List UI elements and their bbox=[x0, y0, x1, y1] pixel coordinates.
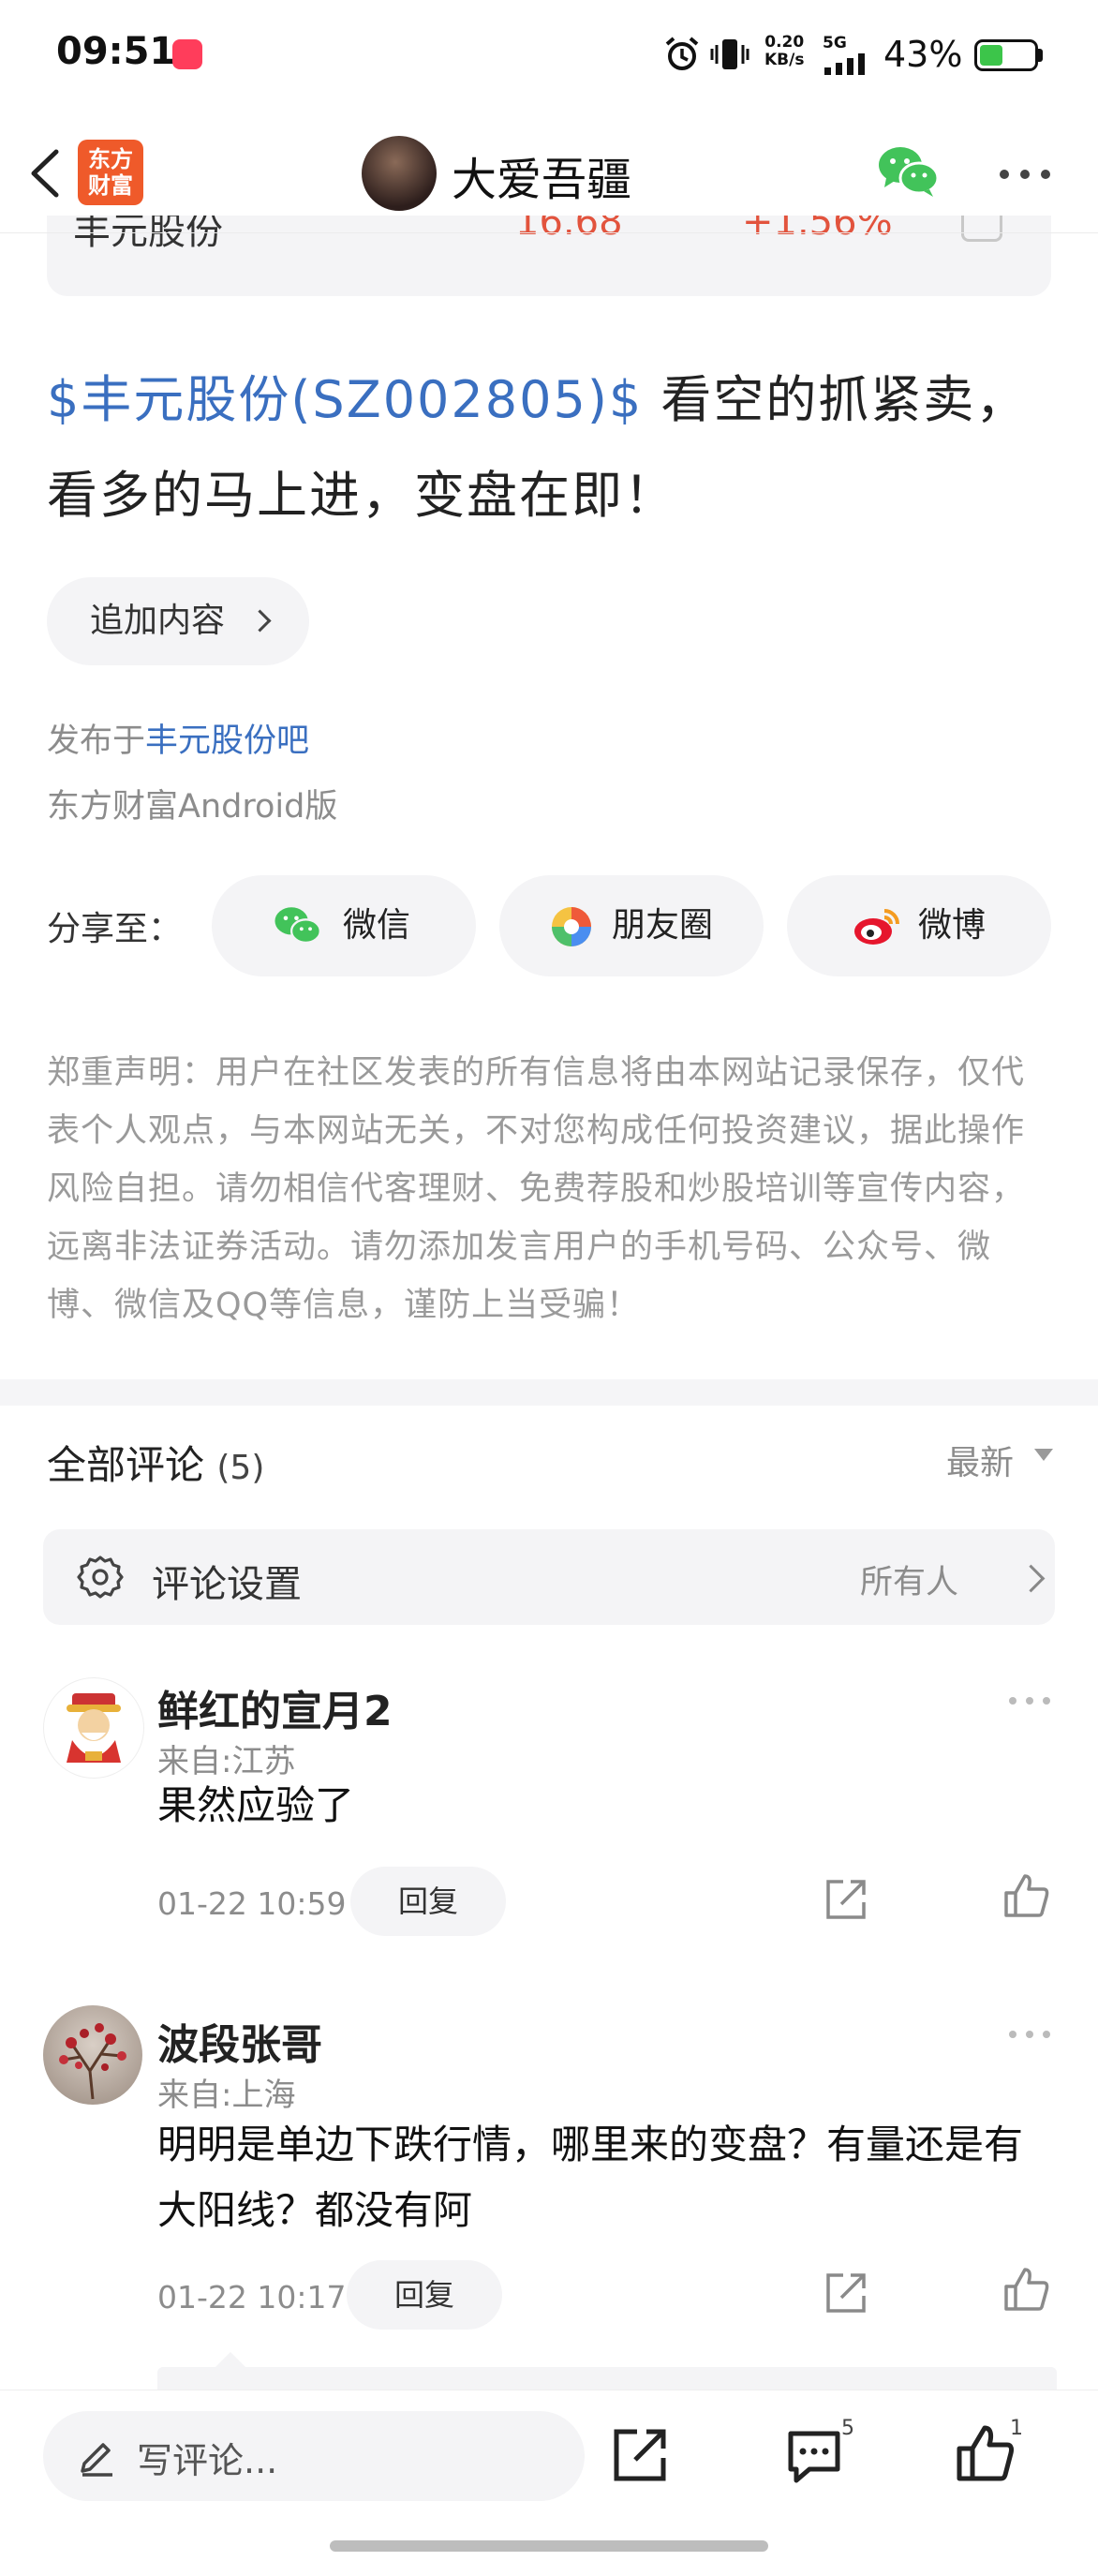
home-indicator[interactable] bbox=[330, 2540, 768, 2552]
share-moments-label: 朋友圈 bbox=[612, 906, 714, 945]
commenter-location: 来自:上海 bbox=[157, 2077, 296, 2114]
post-text-line1: 看空的抓紧卖， bbox=[643, 370, 1029, 429]
battery-percent: 43% bbox=[883, 34, 963, 75]
post-text-line2: 看多的马上进，变盘在即！ bbox=[47, 466, 676, 525]
likes-count-badge: 1 bbox=[1010, 2417, 1023, 2440]
add-content-label: 追加内容 bbox=[90, 602, 226, 640]
thumbs-up-icon[interactable] bbox=[1002, 1872, 1049, 1919]
network-speed: 0.20 KB/s bbox=[764, 34, 804, 69]
thumbs-up-icon[interactable] bbox=[1002, 2266, 1049, 2313]
commenter-avatar[interactable] bbox=[43, 2005, 142, 2105]
comment-settings-bar[interactable]: 评论设置 所有人 bbox=[43, 1529, 1055, 1625]
client-info: 东方财富Android版 bbox=[47, 788, 338, 826]
caret-down-icon[interactable] bbox=[1034, 1449, 1053, 1461]
comment-settings-value: 所有人 bbox=[860, 1564, 959, 1601]
bottom-action-bar: 写评论... 5 1 bbox=[0, 2390, 1098, 2576]
share-icon[interactable] bbox=[611, 2426, 669, 2484]
share-wechat-label: 微信 bbox=[343, 906, 411, 945]
wechat-icon[interactable] bbox=[877, 144, 941, 201]
share-moments-button[interactable]: 朋友圈 bbox=[499, 875, 764, 976]
comment-time: 01-22 10:59 bbox=[157, 1885, 347, 1922]
published-in: 发布于丰元股份吧 bbox=[47, 714, 309, 762]
author-avatar[interactable] bbox=[362, 136, 437, 211]
share-icon[interactable] bbox=[823, 1876, 869, 1923]
battery-fill bbox=[980, 45, 1002, 66]
disclaimer-text: 郑重声明：用户在社区发表的所有信息将由本网站记录保存，仅代表个人观点，与本网站无… bbox=[47, 1054, 1026, 1324]
comments-title: 全部评论 (5) bbox=[47, 1434, 264, 1491]
network-speed-unit: KB/s bbox=[764, 51, 805, 69]
post-stock-link[interactable]: $丰元股份(SZ002805)$ bbox=[47, 370, 643, 429]
stock-card-name: 丰元股份 bbox=[73, 216, 223, 253]
pencil-icon bbox=[81, 2443, 112, 2477]
commenter-avatar[interactable] bbox=[43, 1677, 144, 1779]
status-time: 09:51 bbox=[56, 30, 176, 73]
share-weibo-button[interactable]: 微博 bbox=[787, 875, 1051, 976]
thumbs-up-icon[interactable] bbox=[956, 2424, 1014, 2482]
battery-cap bbox=[1038, 49, 1043, 62]
back-button[interactable] bbox=[21, 141, 67, 206]
comment-time: 01-22 10:17 bbox=[157, 2279, 347, 2315]
chevron-right-icon bbox=[1016, 1564, 1046, 1593]
wechat-icon bbox=[274, 907, 321, 945]
network-speed-value: 0.20 bbox=[764, 33, 805, 52]
comment-settings-label: 评论设置 bbox=[152, 1563, 302, 1606]
share-wechat-button[interactable]: 微信 bbox=[212, 875, 476, 976]
alarm-icon bbox=[665, 37, 699, 70]
reply-preview-notch bbox=[215, 2352, 245, 2367]
comment-bubble-icon[interactable] bbox=[785, 2428, 843, 2484]
comments-count: (5) bbox=[216, 1449, 265, 1487]
more-menu-icon[interactable] bbox=[1008, 1696, 1051, 1705]
battery-icon bbox=[974, 39, 1038, 71]
stock-card-change: +1.56% bbox=[742, 216, 893, 244]
commenter-name[interactable]: 波段张哥 bbox=[157, 2011, 322, 2071]
more-menu-icon[interactable] bbox=[1008, 2030, 1051, 2039]
reply-button[interactable]: 回复 bbox=[347, 2260, 502, 2330]
moments-icon bbox=[552, 907, 591, 946]
app-logo-line2: 财富 bbox=[88, 172, 133, 199]
app-logo[interactable]: 东方 财富 bbox=[78, 140, 143, 205]
author-name[interactable]: 大爱吾疆 bbox=[452, 142, 631, 208]
add-watchlist-icon[interactable] bbox=[961, 216, 1002, 242]
share-icon[interactable] bbox=[823, 2270, 869, 2316]
header-divider bbox=[0, 232, 1098, 233]
more-menu-icon[interactable] bbox=[999, 169, 1051, 180]
signal-icon bbox=[824, 53, 865, 75]
chevron-right-icon bbox=[248, 609, 272, 633]
network-type: 5G bbox=[823, 34, 847, 52]
commenter-name[interactable]: 鲜红的宣月2 bbox=[157, 1677, 393, 1737]
comment-text[interactable]: 明明是单边下跌行情，哪里来的变盘？有量还是有大阳线？都没有阿 bbox=[157, 2112, 1057, 2243]
share-label: 分享至： bbox=[47, 910, 183, 948]
stock-card-price: 16.68 bbox=[515, 216, 623, 244]
weibo-icon bbox=[854, 909, 899, 945]
comments-title-label: 全部评论 bbox=[47, 1442, 205, 1488]
plum-blossom-avatar-icon bbox=[59, 2023, 126, 2100]
write-comment-placeholder: 写评论... bbox=[137, 2440, 278, 2481]
comments-count-badge: 5 bbox=[841, 2417, 854, 2440]
notification-app-icon bbox=[172, 39, 202, 69]
share-weibo-label: 微博 bbox=[918, 906, 987, 945]
app-logo-line1: 东方 bbox=[88, 146, 133, 172]
write-comment-input[interactable]: 写评论... bbox=[43, 2411, 585, 2501]
sort-dropdown[interactable]: 最新 bbox=[946, 1436, 1014, 1484]
forum-link[interactable]: 丰元股份吧 bbox=[145, 722, 309, 760]
reply-button[interactable]: 回复 bbox=[350, 1867, 506, 1936]
comment-text[interactable]: 果然应验了 bbox=[157, 1773, 1057, 1839]
published-prefix: 发布于 bbox=[47, 722, 146, 760]
gear-icon bbox=[77, 1556, 124, 1599]
post-content: $丰元股份(SZ002805)$ 看空的抓紧卖， 看多的马上进，变盘在即！ bbox=[47, 352, 1059, 543]
add-content-button[interactable]: 追加内容 bbox=[47, 577, 309, 665]
stock-quote-card[interactable]: 丰元股份 16.68 +1.56% bbox=[47, 216, 1051, 296]
vibrate-icon bbox=[710, 39, 749, 69]
section-divider bbox=[0, 1379, 1098, 1406]
fortune-god-avatar-icon bbox=[67, 1693, 121, 1763]
